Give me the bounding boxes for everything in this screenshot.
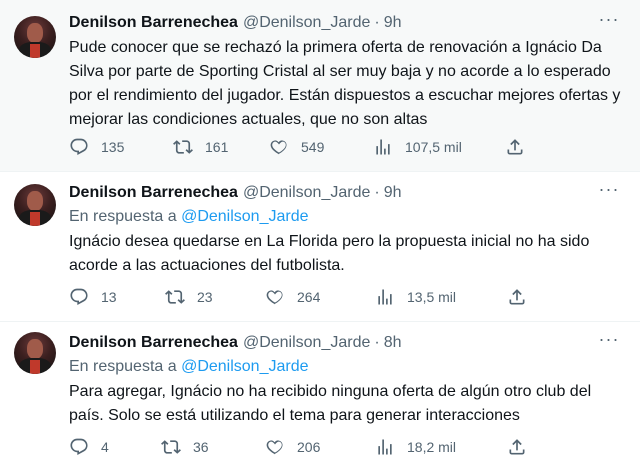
like-count: 549 xyxy=(301,139,325,155)
tweet[interactable]: Denilson Barrenechea @Denilson_Jarde · 9… xyxy=(0,172,640,322)
timestamp[interactable]: 9h xyxy=(384,14,402,32)
reply-prefix: En respuesta a xyxy=(69,358,177,375)
reply-icon xyxy=(70,138,88,156)
views-count: 18,2 mil xyxy=(407,439,457,455)
retweet-icon xyxy=(161,440,181,454)
tweet-header: Denilson Barrenechea @Denilson_Jarde · 9… xyxy=(69,12,626,34)
reply-handle-link[interactable]: @Denilson_Jarde xyxy=(181,208,308,225)
reply-context: En respuesta a @Denilson_Jarde xyxy=(69,356,626,378)
reply-prefix: En respuesta a xyxy=(69,208,177,225)
retweet-button[interactable]: 36 xyxy=(161,436,209,458)
retweet-icon xyxy=(165,290,185,304)
views-button[interactable]: 18,2 mil xyxy=(375,436,456,458)
like-count: 206 xyxy=(297,439,321,455)
separator: · xyxy=(374,334,380,351)
author-name[interactable]: Denilson Barrenechea xyxy=(69,334,238,352)
avatar[interactable] xyxy=(14,332,56,374)
like-button[interactable]: 206 xyxy=(265,436,320,458)
share-button[interactable] xyxy=(507,286,527,308)
author-handle[interactable]: @Denilson_Jarde xyxy=(243,14,370,32)
reply-button[interactable]: 13 xyxy=(69,286,117,308)
views-count: 13,5 mil xyxy=(407,289,457,305)
reply-count: 4 xyxy=(101,439,109,455)
reply-context: En respuesta a @Denilson_Jarde xyxy=(69,206,626,228)
tweet-header: Denilson Barrenechea @Denilson_Jarde · 8… xyxy=(69,332,626,354)
author-handle[interactable]: @Denilson_Jarde xyxy=(243,334,370,352)
separator: · xyxy=(374,184,380,201)
like-count: 264 xyxy=(297,289,321,305)
tweet-header: Denilson Barrenechea @Denilson_Jarde · 9… xyxy=(69,182,626,204)
timestamp[interactable]: 9h xyxy=(384,184,402,202)
share-button[interactable] xyxy=(505,136,525,158)
timestamp[interactable]: 8h xyxy=(384,334,402,352)
tweet-text: Pude conocer que se rechazó la primera o… xyxy=(69,39,621,128)
like-icon xyxy=(266,440,283,455)
share-button[interactable] xyxy=(507,436,527,458)
tweet[interactable]: Denilson Barrenechea @Denilson_Jarde · 8… xyxy=(0,322,640,470)
like-icon xyxy=(270,140,287,155)
like-button[interactable]: 264 xyxy=(265,286,320,308)
retweet-button[interactable]: 161 xyxy=(173,136,228,158)
views-icon xyxy=(376,139,390,155)
views-count: 107,5 mil xyxy=(405,139,462,155)
retweet-count: 23 xyxy=(197,289,213,305)
author-handle[interactable]: @Denilson_Jarde xyxy=(243,184,370,202)
reply-icon xyxy=(70,438,88,456)
more-icon[interactable]: ··· xyxy=(596,10,622,34)
author-name[interactable]: Denilson Barrenechea xyxy=(69,184,238,202)
like-button[interactable]: 549 xyxy=(269,136,324,158)
views-button[interactable]: 107,5 mil xyxy=(373,136,462,158)
reply-count: 135 xyxy=(101,139,125,155)
retweet-count: 36 xyxy=(193,439,209,455)
avatar[interactable] xyxy=(14,184,56,226)
reply-icon xyxy=(70,288,88,306)
share-icon xyxy=(507,139,523,155)
tweet-text: Para agregar, Ignácio no ha recibido nin… xyxy=(69,383,592,424)
retweet-count: 161 xyxy=(205,139,229,155)
retweet-button[interactable]: 23 xyxy=(165,286,213,308)
separator: · xyxy=(374,14,380,31)
reply-handle-link[interactable]: @Denilson_Jarde xyxy=(181,358,308,375)
retweet-icon xyxy=(173,140,193,154)
tweet[interactable]: Denilson Barrenechea @Denilson_Jarde · 9… xyxy=(0,0,640,172)
views-icon xyxy=(378,439,392,455)
views-icon xyxy=(378,289,392,305)
tweet-text: Ignácio desea quedarse en La Florida per… xyxy=(69,233,590,274)
reply-button[interactable]: 135 xyxy=(69,136,124,158)
avatar[interactable] xyxy=(14,16,56,58)
more-icon[interactable]: ··· xyxy=(596,180,622,204)
reply-button[interactable]: 4 xyxy=(69,436,109,458)
like-icon xyxy=(266,290,283,305)
share-icon xyxy=(509,289,525,305)
views-button[interactable]: 13,5 mil xyxy=(375,286,456,308)
more-icon[interactable]: ··· xyxy=(596,330,622,354)
author-name[interactable]: Denilson Barrenechea xyxy=(69,14,238,32)
share-icon xyxy=(509,439,525,455)
reply-count: 13 xyxy=(101,289,117,305)
